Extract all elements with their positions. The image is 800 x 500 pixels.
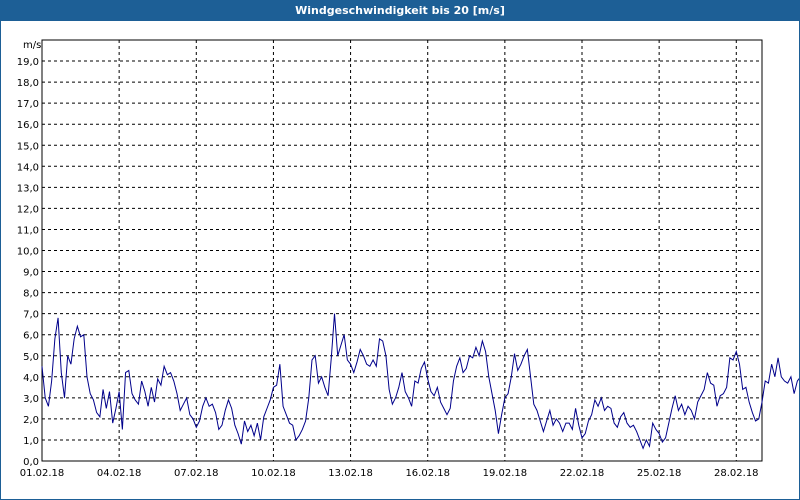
y-tick-label: 2,0 xyxy=(23,415,39,426)
x-tick-label: 01.02.18 xyxy=(20,468,65,479)
x-tick-label: 19.02.18 xyxy=(483,468,528,479)
y-tick-label: 1,0 xyxy=(23,436,39,447)
y-tick-label: 6,0 xyxy=(23,331,39,342)
x-tick-label: 22.02.18 xyxy=(560,468,605,479)
y-tick-label: 13,0 xyxy=(17,183,39,194)
y-tick-label: 7,0 xyxy=(23,310,39,321)
y-tick-label: 14,0 xyxy=(17,162,39,173)
y-tick-label: 4,0 xyxy=(23,373,39,384)
chart-svg: m/s 01.02.18 04.02.18 07.02.18 10.02.18 13.0… xyxy=(17,39,799,479)
y-tick-label: 5,0 xyxy=(23,352,39,363)
x-tick-label: 04.02.18 xyxy=(97,468,142,479)
x-tick-label: 13.02.18 xyxy=(328,468,373,479)
y-tick-label: 3,0 xyxy=(23,394,39,405)
y-tick-label: 15,0 xyxy=(17,141,39,152)
x-tick-labels: 01.02.18 04.02.18 07.02.18 10.02.18 13.02.18… xyxy=(20,468,759,479)
x-tick-label: 25.02.18 xyxy=(637,468,682,479)
y-tick-labels: 0,0 1,0 2,0 3,0 4,0 5,0 6,0 7,0 8,0 9,0 10,0 11,0 12… xyxy=(17,57,39,468)
y-tick-label: 11,0 xyxy=(17,225,39,236)
y-tick-label: 18,0 xyxy=(17,78,39,89)
x-tick-label: 07.02.18 xyxy=(174,468,219,479)
y-tick-label: 16,0 xyxy=(17,120,39,131)
y-tick-label: 0,0 xyxy=(23,457,39,468)
series-line xyxy=(41,313,799,450)
y-tick-label: 10,0 xyxy=(17,247,39,258)
y-tick-label: 19,0 xyxy=(17,57,39,68)
chart-title: Windgeschwindigkeit bis 20 [m/s] xyxy=(1,1,799,21)
chart-window: Windgeschwindigkeit bis 20 [m/s] m/s 01.… xyxy=(0,0,800,500)
y-tick-label: 17,0 xyxy=(17,99,39,110)
y-axis-label: m/s xyxy=(23,40,41,51)
y-tick-label: 8,0 xyxy=(23,289,39,300)
x-tick-label: 16.02.18 xyxy=(405,468,450,479)
y-tick-label: 9,0 xyxy=(23,268,39,279)
y-tick-label: 12,0 xyxy=(17,204,39,215)
x-tick-label: 10.02.18 xyxy=(251,468,296,479)
x-tick-label: 28.02.18 xyxy=(714,468,759,479)
